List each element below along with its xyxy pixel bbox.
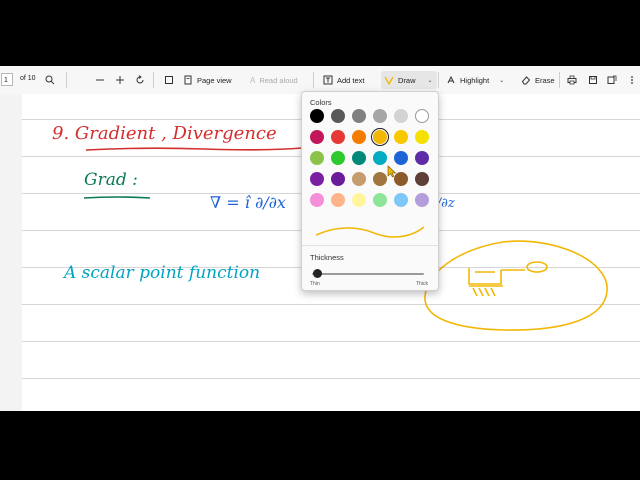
subheading-underline [83,196,151,199]
flyout-divider [302,245,438,246]
page-view-button[interactable]: Page view [180,71,235,89]
page-view-label: Page view [197,75,232,85]
color-swatch-dark-gray[interactable] [331,109,345,123]
colors-heading: Colors [310,98,332,107]
zoom-out-icon[interactable] [94,72,106,88]
color-swatch-dark-purple[interactable] [331,172,345,186]
color-swatch-red[interactable] [331,130,345,144]
add-text-button[interactable]: Add text [320,71,368,89]
erase-button[interactable]: Erase [518,71,558,89]
thickness-slider-track[interactable] [312,273,424,275]
draw-icon [384,76,394,85]
toolbar-divider [559,72,560,88]
ruled-line [22,341,640,342]
handwritten-formula-left: ∇ = î ∂/∂x [210,193,286,212]
page-gutter [0,94,22,411]
toolbar-divider [66,72,67,88]
color-swatch-silver[interactable] [373,109,387,123]
thickness-slider-thumb[interactable] [313,269,323,278]
fit-page-icon[interactable] [163,72,175,88]
color-swatch-violet[interactable] [310,172,324,186]
draw-color-flyout: Colors Thickness Thin Thick [301,91,439,291]
draw-button[interactable]: Draw ⌄ [381,71,437,89]
color-swatch-green[interactable] [331,151,345,165]
color-swatch-lavender[interactable] [415,193,429,207]
chevron-down-icon[interactable]: ⌄ [428,77,433,84]
rotate-icon[interactable] [134,72,146,88]
color-swatch-white[interactable] [415,109,429,123]
freehand-annotation [424,240,608,331]
color-swatch-dark-brown[interactable] [394,172,408,186]
page-number-input[interactable]: 1 [1,73,13,86]
ruled-line [22,378,640,379]
read-aloud-button[interactable]: A Read aloud [247,71,301,89]
thick-label: Thick [416,281,428,287]
thickness-heading: Thickness [310,253,344,262]
color-swatch-tan[interactable] [352,172,366,186]
color-swatch-cyan[interactable] [373,151,387,165]
save-icon[interactable] [587,72,599,88]
read-aloud-icon: A [250,75,256,85]
add-text-label: Add text [337,75,365,85]
stroke-preview [315,226,425,238]
zoom-in-icon[interactable] [114,72,126,88]
handwritten-subheading: Grad : [84,170,138,190]
color-swatch-light-gray[interactable] [394,109,408,123]
draw-label: Draw [398,75,416,85]
color-swatch-espresso[interactable] [415,172,429,186]
color-swatch-light-green[interactable] [373,193,387,207]
color-swatch-yellow[interactable] [415,130,429,144]
highlight-button[interactable]: Highlight ⌄ [443,71,507,89]
color-swatch-black[interactable] [310,109,324,123]
color-swatch-dark-orange[interactable] [352,130,366,144]
save-as-icon[interactable] [606,72,618,88]
color-swatch-light-yellow[interactable] [352,193,366,207]
toolbar-divider [438,72,439,88]
erase-label: Erase [535,75,555,85]
toolbar-divider [153,72,154,88]
page-view-icon [184,75,192,85]
more-icon[interactable] [627,72,637,88]
page-count-label: of 10 [20,75,36,82]
heading-underline [85,147,303,151]
chevron-down-icon[interactable]: ⌄ [499,77,504,84]
highlight-icon [447,75,455,84]
color-swatch-blue[interactable] [394,151,408,165]
color-swatch-lime[interactable] [310,151,324,165]
color-swatch-magenta[interactable] [310,130,324,144]
mouse-cursor-icon [387,165,396,178]
color-swatch-amber[interactable] [394,130,408,144]
print-icon[interactable] [566,72,578,88]
highlight-label: Highlight [460,75,490,85]
color-swatch-teal[interactable] [352,151,366,165]
color-swatch-orange[interactable] [371,128,389,146]
search-icon[interactable] [44,72,56,88]
color-swatch-light-blue[interactable] [394,193,408,207]
color-swatch-brown[interactable] [373,172,387,186]
color-swatch-purple[interactable] [415,151,429,165]
thin-label: Thin [310,281,320,287]
pdf-viewer-window: 1 of 10 Page view A Read aloud Add text … [0,66,640,411]
handwritten-heading: 9. Gradient , Divergence [52,123,277,144]
color-swatch-gray[interactable] [352,109,366,123]
add-text-icon [323,75,333,85]
read-aloud-label: Read aloud [259,75,298,85]
color-swatch-pink[interactable] [310,193,324,207]
erase-icon [521,76,531,85]
toolbar-divider [313,72,314,88]
color-swatch-peach[interactable] [331,193,345,207]
handwritten-body-line: A scalar point function [64,263,261,283]
